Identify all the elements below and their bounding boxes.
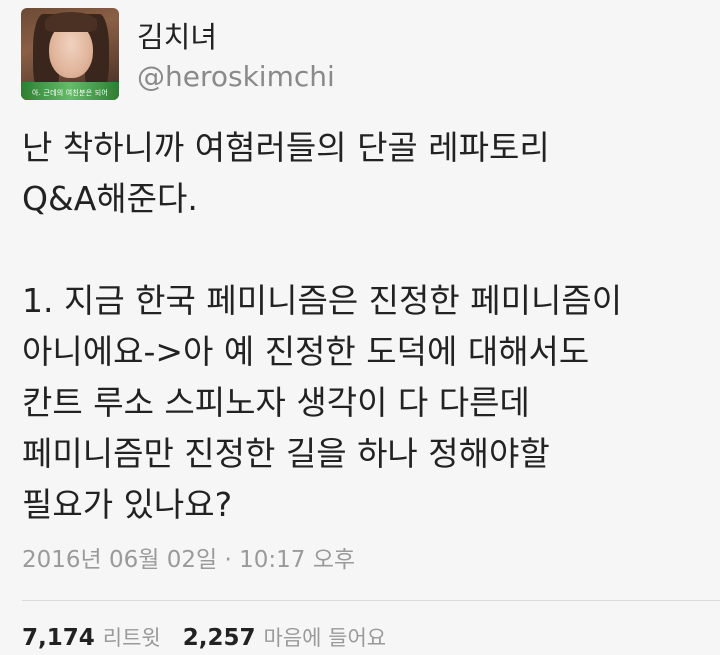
divider (22, 600, 720, 601)
avatar-hair-top (45, 12, 97, 32)
retweet-count[interactable]: 7,174 (22, 625, 95, 651)
tweet-stats: 7,174 리트윗 2,257 마음에 들어요 (22, 622, 386, 652)
like-count[interactable]: 2,257 (183, 625, 256, 651)
tweet-timestamp: 2016년 06월 02일 · 10:17 오후 (22, 547, 356, 573)
retweet-label[interactable]: 리트윗 (103, 622, 161, 652)
tweet-text: 난 착하니까 여혐러들의 단골 레파토리 Q&A해준다. 1. 지금 한국 페미… (22, 128, 623, 524)
display-name[interactable]: 김치녀 (137, 14, 217, 56)
like-label[interactable]: 마음에 들어요 (264, 622, 387, 652)
avatar-caption: 아. 근데의 여친분은 되어 (31, 89, 109, 97)
user-handle[interactable]: @heroskimchi (137, 60, 335, 93)
avatar[interactable]: 아. 근데의 여친분은 되어 (21, 8, 119, 100)
